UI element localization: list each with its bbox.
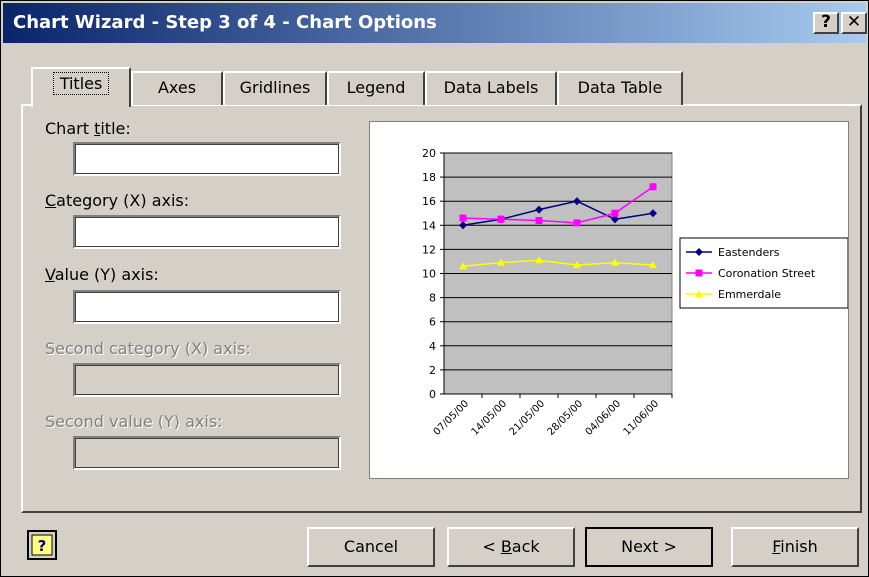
y-tick-label: 0 bbox=[429, 388, 436, 401]
second-value-y-axis-input bbox=[73, 436, 341, 470]
svg-text:?: ? bbox=[38, 537, 47, 555]
legend-entry: Emmerdale bbox=[718, 288, 781, 301]
x-tick-label: 04/06/00 bbox=[584, 398, 624, 438]
y-tick-label: 4 bbox=[429, 340, 436, 353]
x-tick-label: 28/05/00 bbox=[546, 398, 586, 438]
tab-titles[interactable]: Titles bbox=[31, 67, 131, 107]
help-icon: ? bbox=[31, 534, 53, 556]
y-tick-label: 2 bbox=[429, 364, 436, 377]
y-tick-label: 12 bbox=[422, 243, 436, 256]
data-point bbox=[611, 209, 619, 217]
legend-marker bbox=[695, 269, 703, 277]
chart-title-input[interactable] bbox=[73, 142, 341, 176]
chart-title-label: Chart title: bbox=[45, 119, 131, 138]
data-point bbox=[497, 215, 505, 223]
tab-data-labels[interactable]: Data Labels bbox=[425, 71, 557, 105]
tab-titles-label: Titles bbox=[52, 72, 110, 95]
next-button[interactable]: Next > bbox=[585, 527, 713, 567]
y-tick-label: 6 bbox=[429, 316, 436, 329]
back-button[interactable]: < Back bbox=[447, 527, 575, 567]
data-point bbox=[649, 183, 657, 191]
data-point bbox=[573, 219, 581, 227]
category-x-axis-input[interactable] bbox=[73, 215, 341, 249]
legend-entry: Eastenders bbox=[718, 246, 780, 259]
tab-legend[interactable]: Legend bbox=[327, 71, 425, 105]
legend-entry: Coronation Street bbox=[718, 267, 816, 280]
title-bar: Chart Wizard - Step 3 of 4 - Chart Optio… bbox=[3, 3, 867, 43]
x-tick-label: 14/05/00 bbox=[470, 398, 510, 438]
second-category-x-axis-label: Second category (X) axis: bbox=[45, 339, 251, 358]
y-tick-label: 16 bbox=[422, 195, 436, 208]
y-tick-label: 8 bbox=[429, 292, 436, 305]
help-button[interactable]: ? bbox=[27, 530, 57, 560]
window-title: Chart Wizard - Step 3 of 4 - Chart Optio… bbox=[13, 12, 437, 33]
help-caption-button[interactable]: ? bbox=[813, 12, 839, 34]
y-tick-label: 18 bbox=[422, 171, 436, 184]
cancel-button[interactable]: Cancel bbox=[307, 527, 435, 567]
y-tick-label: 14 bbox=[422, 219, 436, 232]
x-tick-label: 07/05/00 bbox=[432, 398, 472, 438]
finish-button[interactable]: Finish bbox=[731, 527, 859, 567]
value-y-axis-input[interactable] bbox=[73, 290, 341, 324]
data-point bbox=[535, 216, 543, 224]
data-point bbox=[459, 214, 467, 222]
y-tick-label: 10 bbox=[422, 268, 436, 281]
chart-preview-svg: 0 2 4 6 8 10 12 14 16 18 20 07/05/0014/05/0021/05/0… bbox=[422, 147, 849, 438]
y-tick-label: 20 bbox=[422, 147, 436, 160]
category-x-axis-label: Category (X) axis: bbox=[45, 191, 190, 210]
tab-axes[interactable]: Axes bbox=[131, 71, 223, 105]
x-tick-label: 21/05/00 bbox=[508, 398, 548, 438]
close-button[interactable]: ✕ bbox=[841, 12, 867, 34]
tab-data-table[interactable]: Data Table bbox=[557, 71, 683, 105]
second-category-x-axis-input bbox=[73, 363, 341, 397]
x-tick-label: 11/06/00 bbox=[622, 398, 662, 438]
chart-preview: 0 2 4 6 8 10 12 14 16 18 20 07/05/00 14/05/00 21/05/0… bbox=[369, 121, 849, 479]
second-value-y-axis-label: Second value (Y) axis: bbox=[45, 412, 223, 431]
tab-gridlines[interactable]: Gridlines bbox=[223, 71, 327, 105]
chart-wizard-dialog: Chart Wizard - Step 3 of 4 - Chart Optio… bbox=[0, 0, 869, 577]
value-y-axis-label: Value (Y) axis: bbox=[45, 265, 159, 284]
